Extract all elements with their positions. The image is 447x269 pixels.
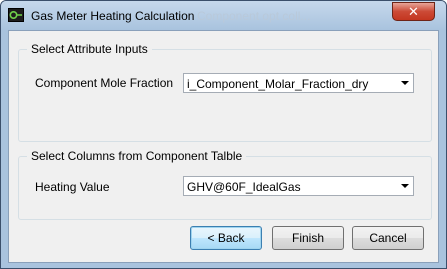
dialog-window: Component opt coll... Gas Meter Heating … [0, 0, 447, 269]
background-window-title: Component opt coll... [197, 9, 311, 23]
heating-value-label: Heating Value [35, 180, 110, 194]
chevron-down-icon[interactable] [401, 184, 409, 188]
chevron-down-icon[interactable] [401, 81, 409, 85]
attribute-inputs-group: Select Attribute Inputs Component Mole F… [18, 42, 432, 142]
close-icon: ✕ [408, 3, 419, 19]
component-mole-fraction-value: i_Component_Molar_Fraction_dry [187, 77, 369, 91]
window-title: Gas Meter Heating Calculation [31, 9, 195, 23]
title-bar[interactable]: Component opt coll... Gas Meter Heating … [1, 1, 446, 30]
close-button[interactable]: ✕ [392, 2, 435, 21]
dialog-body: Select Attribute Inputs Component Mole F… [8, 30, 439, 263]
heating-value-value: GHV@60F_IdealGas [187, 180, 301, 194]
cancel-button[interactable]: Cancel [352, 226, 424, 250]
component-columns-group: Select Columns from Component Talble Hea… [18, 149, 432, 220]
gas-meter-app-icon [8, 8, 24, 22]
finish-button[interactable]: Finish [272, 226, 344, 250]
component-mole-fraction-dropdown[interactable]: i_Component_Molar_Fraction_dry [183, 73, 414, 93]
back-button[interactable]: < Back [190, 226, 262, 250]
heating-value-dropdown[interactable]: GHV@60F_IdealGas [183, 176, 414, 196]
component-columns-legend: Select Columns from Component Talble [27, 149, 247, 163]
component-mole-fraction-label: Component Mole Fraction [35, 76, 174, 90]
attribute-inputs-legend: Select Attribute Inputs [27, 42, 152, 56]
